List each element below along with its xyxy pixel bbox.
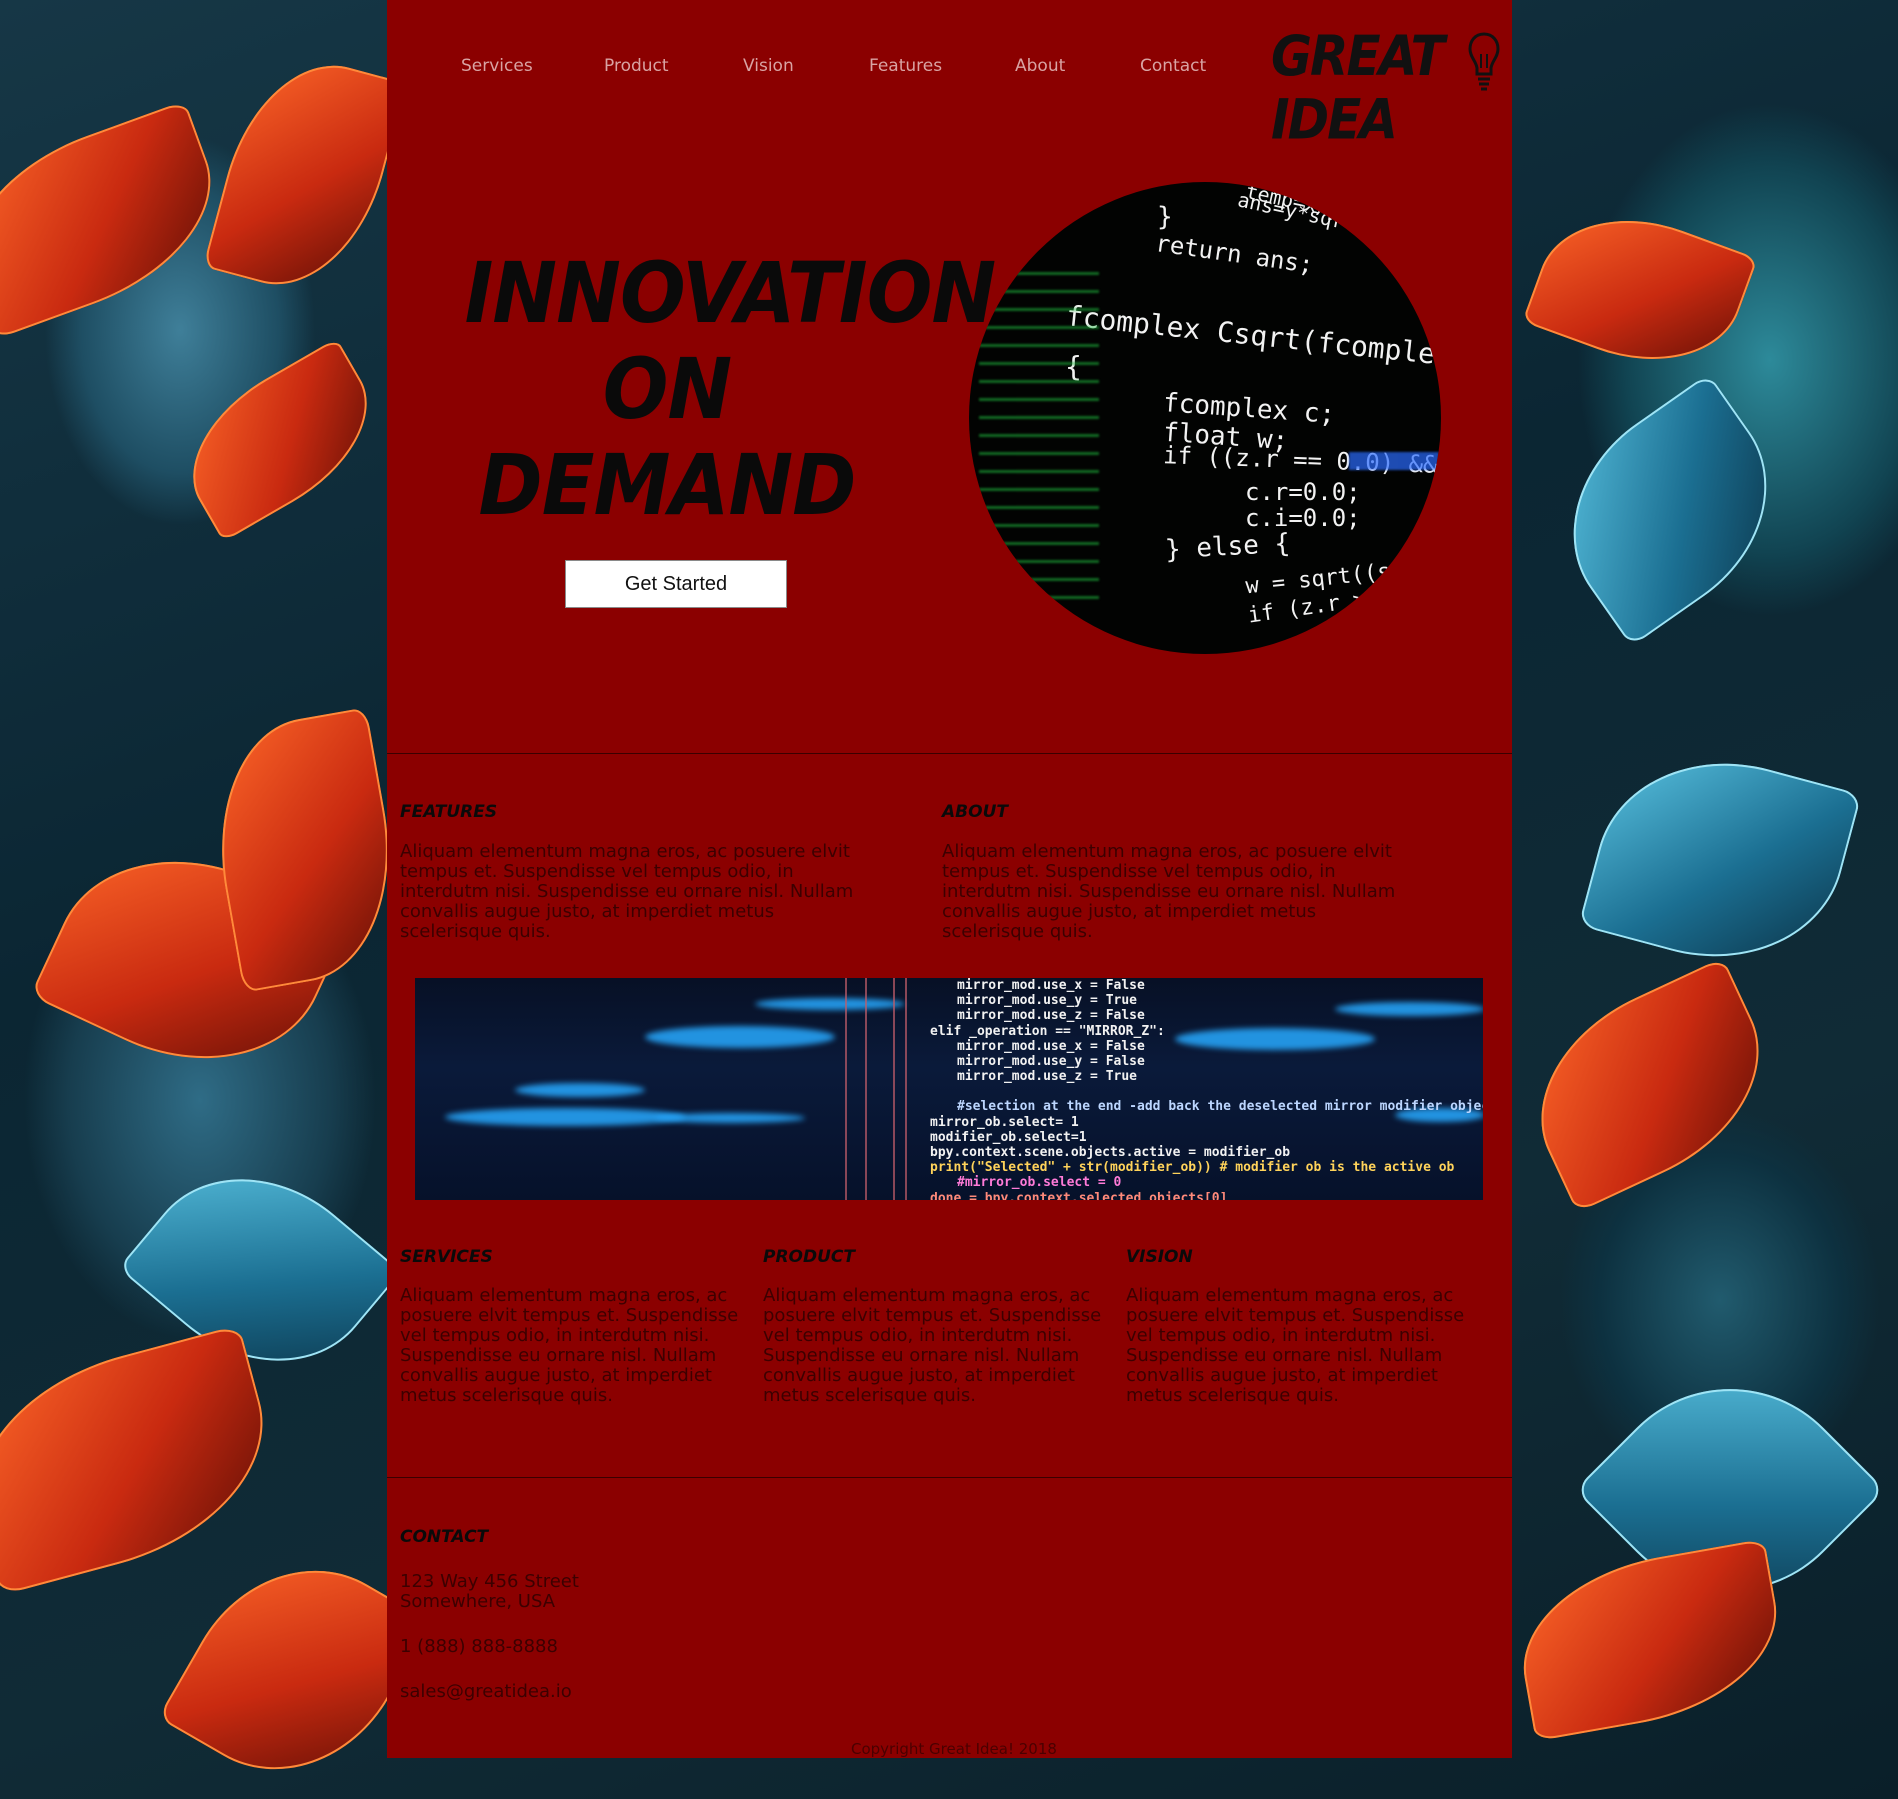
code-line: c.i=0.0; xyxy=(1245,504,1361,532)
get-started-button[interactable]: Get Started xyxy=(565,560,787,608)
code-line: mirror_mod.use_z = False xyxy=(957,1008,1145,1024)
divider-bottom xyxy=(387,1477,1512,1478)
code-line: mirror_mod.use_x = False xyxy=(957,978,1145,993)
copyright: Copyright Great Idea! 2018 xyxy=(851,1740,1057,1758)
vision-body: Aliquam elementum magna eros, ac posuere… xyxy=(1126,1285,1465,1406)
code-glow-decor xyxy=(979,272,1099,612)
address-line1: 123 Way 456 Street xyxy=(400,1571,579,1592)
code-line: mirror_mod.use_z = True xyxy=(957,1069,1138,1085)
about-body: Aliquam elementum magna eros, ac posuere… xyxy=(942,841,1396,942)
banner-code-block: mirror_mod.use_x = False mirror_mod.use_y… xyxy=(930,978,1483,1200)
email-link[interactable]: sales@greatidea.io xyxy=(400,1682,572,1702)
nav-product[interactable]: Product xyxy=(604,56,669,76)
lightbulb-icon xyxy=(1468,32,1500,91)
code-line: } xyxy=(1157,202,1173,232)
code-line: fcomplex Csqrt(fcomplex z) xyxy=(1064,299,1441,373)
nav-vision[interactable]: Vision xyxy=(743,56,794,76)
hero-title: INNOVATION ON DEMAND xyxy=(464,244,997,534)
code-line: c.r=0.0; xyxy=(1245,478,1361,506)
code-line: #mirror_ob.select = 0 xyxy=(957,1175,1122,1191)
features-body: Aliquam elementum magna eros, ac posuere… xyxy=(400,841,854,942)
nav-features[interactable]: Features xyxy=(869,56,942,76)
contact-heading: Contact xyxy=(400,1527,489,1547)
code-line: mirror_ob.select= 1 xyxy=(930,1114,1079,1130)
features-heading: Features xyxy=(400,802,498,822)
hero-title-line3: DEMAND xyxy=(478,436,857,534)
code-line: bpy.context.scene.objects.active = modif… xyxy=(930,1145,1291,1161)
nav-contact[interactable]: Contact xyxy=(1140,56,1206,76)
code-line: return ans; xyxy=(1153,229,1316,279)
vision-heading: Vision xyxy=(1126,1247,1193,1267)
code-line: #selection at the end -add back the dese… xyxy=(957,1099,1483,1115)
address-line2: Somewhere, USA xyxy=(400,1591,556,1612)
product-body: Aliquam elementum magna eros, ac posuere… xyxy=(763,1285,1102,1406)
code-line: } else { xyxy=(1164,528,1291,566)
code-line: mirror_mod.use_y = False xyxy=(957,1054,1145,1070)
code-line: done = bpy.context.selected_objects[0] xyxy=(930,1190,1228,1200)
about-heading: About xyxy=(942,802,1008,822)
hero-title-line2: ON xyxy=(602,340,732,438)
code-line: print("Selected" + str(modifier_ob)) # m… xyxy=(930,1160,1455,1176)
product-heading: Product xyxy=(763,1247,855,1267)
code-line: modifier_ob.select=1 xyxy=(930,1129,1087,1145)
services-heading: Services xyxy=(400,1247,493,1267)
hero-title-line1: INNOVATION xyxy=(464,244,997,342)
hero-code-image: temp=x/y; ans=y*sqrt(1.0+temp*tem } retu… xyxy=(969,182,1441,654)
page-panel: Services Product Vision Features About C… xyxy=(387,0,1512,1758)
code-line: mirror_mod.use_x = False xyxy=(957,1038,1145,1054)
services-body: Aliquam elementum magna eros, ac posuere… xyxy=(400,1285,739,1406)
main-nav: Services Product Vision Features About C… xyxy=(387,56,1207,86)
code-line: elif _operation == "MIRROR_Z": xyxy=(930,1023,1165,1039)
code-banner-image: mirror_mod.use_x = False mirror_mod.use_y… xyxy=(415,978,1483,1200)
code-blue-accent xyxy=(1349,452,1439,470)
nav-about[interactable]: About xyxy=(1015,56,1065,76)
phone-number: 1 (888) 888-8888 xyxy=(400,1636,558,1657)
divider-top xyxy=(387,753,1512,754)
code-line: mirror_mod.use_y = True xyxy=(957,993,1138,1009)
nav-services[interactable]: Services xyxy=(461,56,533,76)
